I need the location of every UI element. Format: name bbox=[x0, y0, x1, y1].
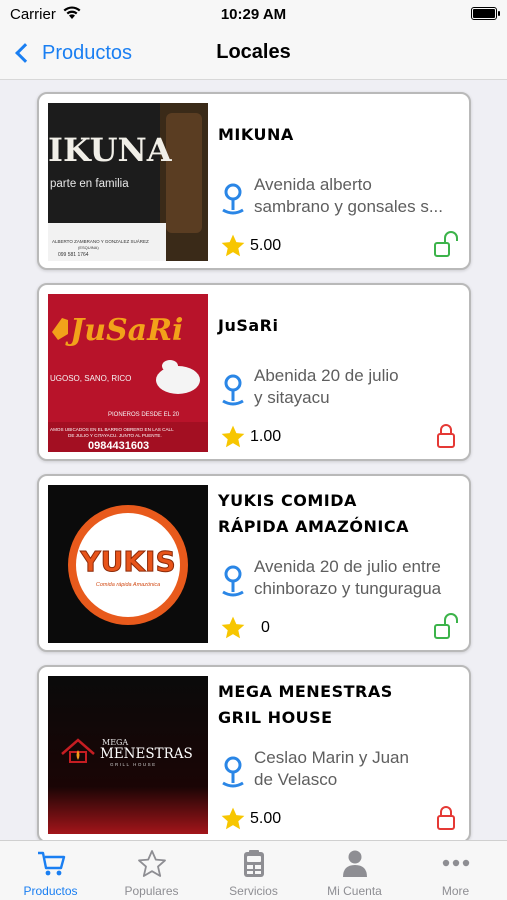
locale-image: IKUNA parte en familia ALBERTO ZAMBRANO … bbox=[48, 103, 208, 261]
locale-name: JuSaRi bbox=[218, 316, 279, 335]
battery-icon bbox=[471, 7, 500, 20]
locale-image: YUKIS Comida rápida Amazónica bbox=[48, 485, 208, 643]
logo-text: YUKIS bbox=[79, 545, 175, 578]
svg-text:UGOSO, SANO, RICO: UGOSO, SANO, RICO bbox=[50, 374, 131, 383]
logo-text: JuSaRi bbox=[65, 313, 183, 348]
lock-open-icon bbox=[434, 231, 458, 257]
svg-text:(ESQUINA): (ESQUINA) bbox=[78, 245, 99, 250]
tab-populares[interactable]: Populares bbox=[101, 841, 202, 900]
tab-more[interactable]: More bbox=[405, 841, 506, 900]
locale-name: MEGA MENESTRAS GRIL HOUSE bbox=[218, 682, 393, 727]
location-pin-icon bbox=[222, 374, 244, 406]
locale-name: MIKUNA bbox=[218, 125, 294, 144]
star-outline-icon bbox=[138, 850, 166, 877]
locale-name: YUKIS COMIDA RÁPIDA AMAZÓNICA bbox=[218, 491, 409, 536]
locale-address: Avenida 20 de julio entre chinborazo y t… bbox=[254, 557, 442, 598]
more-icon bbox=[442, 859, 470, 867]
tab-bar: Productos Populares Servicios Mi Cuenta bbox=[0, 840, 507, 900]
location-pin-icon bbox=[222, 565, 244, 597]
location-pin-icon bbox=[222, 756, 244, 788]
lock-closed-icon bbox=[437, 424, 455, 448]
page-title: Locales bbox=[216, 41, 291, 63]
status-bar: Carrier 10:29 AM bbox=[0, 0, 507, 28]
cart-icon bbox=[38, 851, 66, 876]
locale-card[interactable]: IKUNA parte en familia ALBERTO ZAMBRANO … bbox=[37, 92, 471, 270]
clock: 10:29 AM bbox=[220, 6, 287, 23]
locale-address: Abenida 20 de julio y sitayacu bbox=[254, 366, 399, 407]
lock-closed-icon bbox=[437, 806, 455, 830]
star-icon bbox=[221, 616, 245, 639]
svg-text:0984431603: 0984431603 bbox=[88, 440, 149, 452]
locale-address: Ceslao Marin y Juan de Velasco bbox=[254, 748, 409, 789]
svg-text:DE JULIO Y CITAYACU. JUNTO AL: DE JULIO Y CITAYACU. JUNTO AL PUENTE. bbox=[68, 433, 162, 438]
person-icon bbox=[343, 850, 367, 877]
tab-servicios[interactable]: Servicios bbox=[203, 841, 304, 900]
locale-address: Avenida alberto sambrano y gonsales s... bbox=[254, 175, 443, 216]
locale-image: JuSaRi UGOSO, SANO, RICO PIONEROS DESDE … bbox=[48, 294, 208, 452]
svg-text:Comida rápida Amazónica: Comida rápida Amazónica bbox=[96, 582, 160, 588]
svg-text:parte en familia: parte en familia bbox=[50, 178, 129, 190]
star-icon bbox=[221, 425, 245, 448]
services-icon bbox=[244, 850, 264, 877]
locale-card[interactable]: YUKIS Comida rápida Amazónica YUKIS COMI… bbox=[37, 474, 471, 652]
rating-value: 0 bbox=[261, 619, 270, 636]
navigation-bar: Productos Locales bbox=[0, 28, 507, 80]
star-icon bbox=[221, 807, 245, 830]
locales-list[interactable]: IKUNA parte en familia ALBERTO ZAMBRANO … bbox=[0, 80, 507, 840]
tab-mi-cuenta[interactable]: Mi Cuenta bbox=[304, 841, 405, 900]
lock-open-icon bbox=[434, 613, 458, 639]
tab-productos[interactable]: Productos bbox=[0, 841, 101, 900]
rating-value: 1.00 bbox=[250, 428, 282, 445]
svg-text:GRILL HOUSE: GRILL HOUSE bbox=[110, 762, 157, 767]
svg-text:099 581 1764: 099 581 1764 bbox=[58, 252, 89, 258]
svg-text:PIONEROS DESDE EL 20: PIONEROS DESDE EL 20 bbox=[108, 412, 180, 418]
logo-text: MENESTRAS bbox=[100, 746, 193, 762]
svg-text:AMOS UBICADOS EN EL BARRIO OBR: AMOS UBICADOS EN EL BARRIO OBRERO EN LAS… bbox=[50, 427, 174, 432]
star-icon bbox=[221, 234, 245, 257]
location-pin-icon bbox=[222, 183, 244, 215]
locale-card[interactable]: JuSaRi UGOSO, SANO, RICO PIONEROS DESDE … bbox=[37, 283, 471, 461]
rating-value: 5.00 bbox=[250, 810, 282, 827]
locale-image: MEGA MENESTRAS GRILL HOUSE bbox=[48, 676, 208, 834]
rating-value: 5.00 bbox=[250, 237, 282, 254]
locale-card[interactable]: MEGA MENESTRAS GRILL HOUSE MEGA MENESTRA… bbox=[37, 665, 471, 840]
svg-text:ALBERTO ZAMBRANO Y GONZALEZ SU: ALBERTO ZAMBRANO Y GONZALEZ SUÁREZ bbox=[52, 238, 149, 244]
logo-text: IKUNA bbox=[48, 131, 173, 169]
